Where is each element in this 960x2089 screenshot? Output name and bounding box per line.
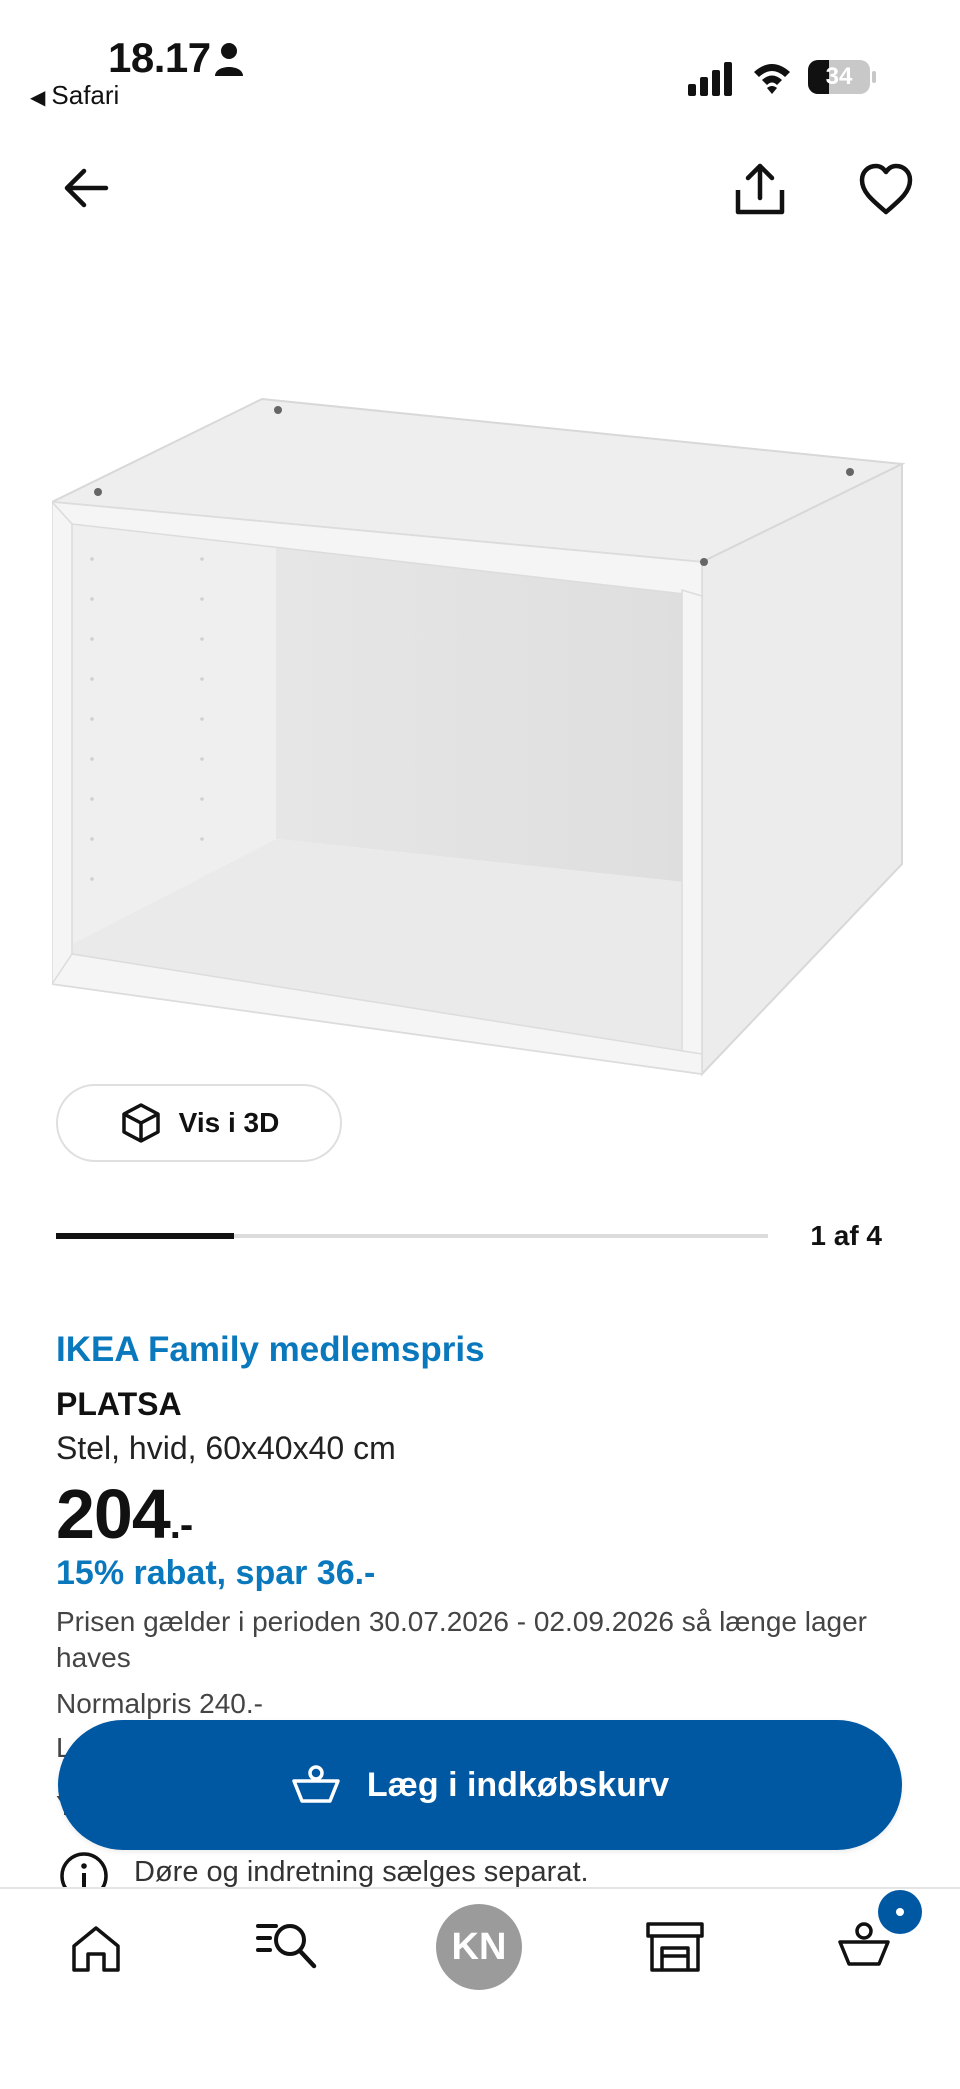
store-icon[interactable] bbox=[644, 1916, 706, 1976]
battery-indicator: 34 bbox=[808, 60, 876, 94]
price-validity: Prisen gælder i perioden 30.07.2026 - 02… bbox=[56, 1606, 868, 1673]
cart-badge bbox=[878, 1890, 922, 1934]
view-3d-button[interactable]: Vis i 3D bbox=[56, 1084, 342, 1162]
cellular-signal-icon bbox=[688, 62, 732, 96]
back-triangle-icon: ◀ bbox=[30, 87, 46, 109]
avatar[interactable]: KN bbox=[436, 1904, 522, 1990]
discount-text: 15% rabat, spar 36.- bbox=[56, 1554, 376, 1592]
basket-icon bbox=[292, 1765, 340, 1803]
gallery-counter: 1 af 4 bbox=[810, 1220, 882, 1251]
price-value: 204 bbox=[56, 1475, 171, 1553]
home-icon[interactable] bbox=[68, 1920, 124, 1976]
price-suffix: .- bbox=[169, 1503, 193, 1547]
family-price-label: IKEA Family medlemspris bbox=[56, 1330, 485, 1369]
battery-level: 34 bbox=[825, 63, 853, 90]
gallery-progress-bar bbox=[56, 1233, 768, 1239]
gallery-progress-fill bbox=[56, 1233, 234, 1239]
cart-badge-dot bbox=[896, 1908, 904, 1916]
arrow-left-icon[interactable] bbox=[56, 158, 116, 218]
product-name: PLATSA bbox=[56, 1386, 182, 1422]
product-price: 204.- bbox=[56, 1474, 193, 1554]
info-note: Døre og indretning sælges separat. bbox=[134, 1856, 589, 1888]
add-to-cart-button[interactable]: Læg i indkøbskurv bbox=[58, 1720, 902, 1850]
cube-3d-icon bbox=[121, 1103, 160, 1143]
add-to-cart-label: Læg i indkøbskurv bbox=[366, 1765, 670, 1804]
person-icon bbox=[215, 43, 243, 76]
status-time: 18.17 bbox=[108, 34, 211, 81]
back-to-app[interactable]: ◀ Safari bbox=[30, 80, 119, 111]
share-icon[interactable] bbox=[728, 158, 792, 222]
normal-price: Normalpris 240.- bbox=[56, 1688, 263, 1719]
view-3d-label: Vis i 3D bbox=[178, 1107, 280, 1138]
product-description: Stel, hvid, 60x40x40 cm bbox=[56, 1430, 396, 1466]
search-list-icon[interactable] bbox=[256, 1916, 320, 1972]
back-app-label: Safari bbox=[51, 80, 120, 110]
product-image[interactable] bbox=[52, 384, 912, 1084]
avatar-initials: KN bbox=[451, 1925, 507, 1968]
heart-icon[interactable] bbox=[854, 158, 918, 222]
wifi-icon bbox=[754, 64, 790, 94]
